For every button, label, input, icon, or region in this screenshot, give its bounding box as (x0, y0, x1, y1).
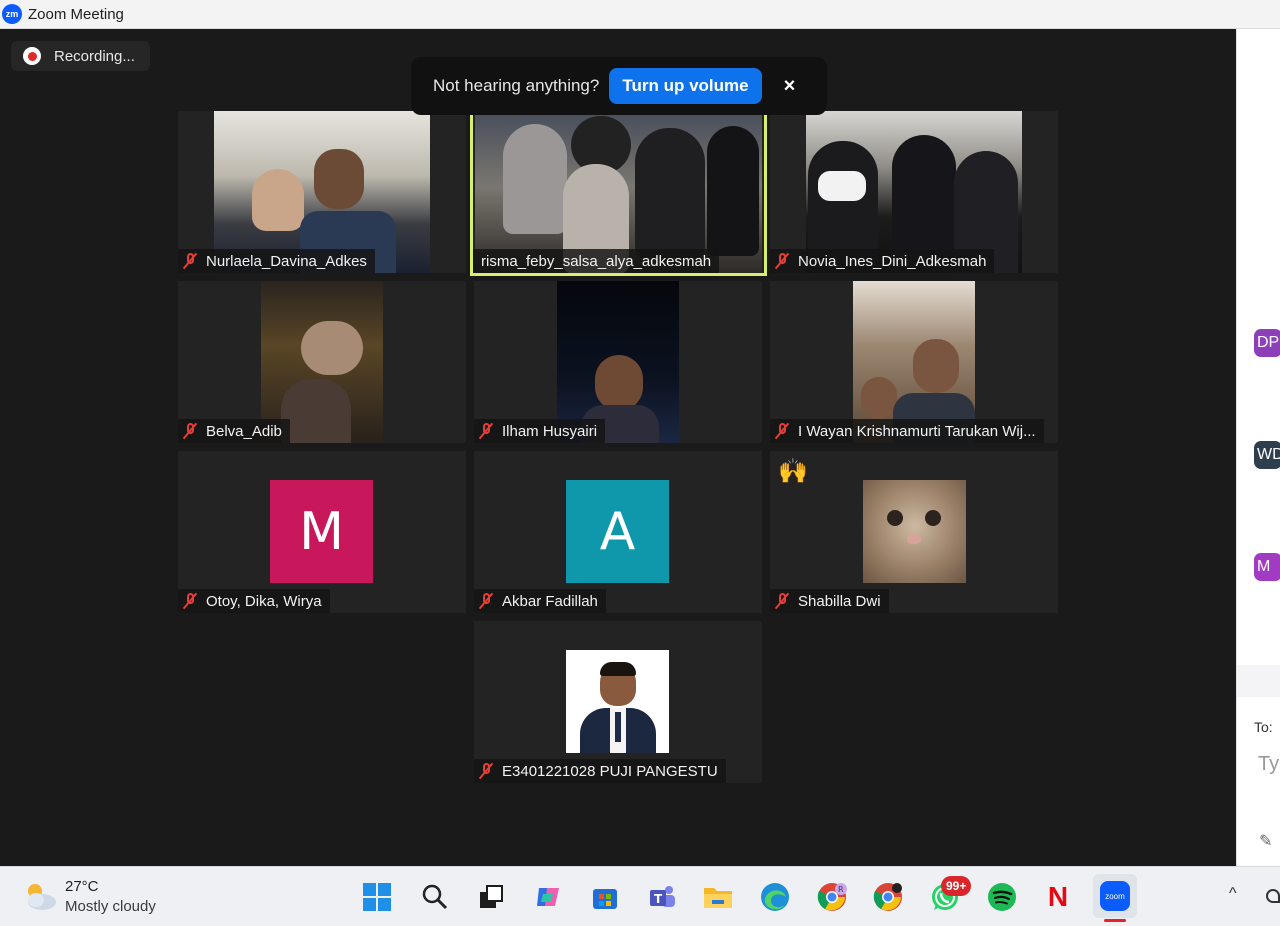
mic-muted-icon (182, 422, 198, 440)
zoom-icon[interactable]: zoom (1093, 874, 1137, 918)
participant-name: Nurlaela_Davina_Adkes (206, 252, 367, 270)
chat-recipient-label[interactable]: To: (1254, 719, 1273, 735)
participant-tile[interactable]: 🙌 Shabilla Dwi (770, 451, 1058, 613)
participant-name: Novia_Ines_Dini_Adkesmah (798, 252, 987, 270)
mic-muted-icon (478, 762, 494, 780)
teams-icon[interactable]: T (645, 880, 679, 914)
participant-name: Belva_Adib (206, 422, 282, 440)
chat-sender-avatar[interactable]: M (1254, 553, 1280, 581)
mic-muted-icon (478, 592, 494, 610)
raised-hands-reaction-icon: 🙌 (778, 458, 808, 485)
participant-name-bar: Nurlaela_Davina_Adkes (178, 249, 375, 273)
participant-name-bar: Belva_Adib (178, 419, 290, 443)
title-bar: zm Zoom Meeting (0, 0, 1280, 29)
copilot-icon[interactable] (531, 880, 565, 914)
chevron-up-icon[interactable]: ^ (1229, 885, 1237, 903)
participant-name-bar: Shabilla Dwi (770, 589, 889, 613)
participant-name-bar: I Wayan Krishnamurti Tarukan Wij... (770, 419, 1044, 443)
weather-temperature[interactable]: 27°C (65, 878, 99, 895)
search-icon[interactable] (418, 880, 452, 914)
chat-sender-avatar[interactable]: DP (1254, 329, 1280, 357)
participant-avatar: A (566, 480, 669, 583)
task-view-icon[interactable] (474, 880, 508, 914)
file-explorer-icon[interactable] (701, 880, 735, 914)
chat-divider (1237, 665, 1280, 697)
chat-message-input[interactable]: Typ (1258, 753, 1280, 776)
whatsapp-unread-badge: 99+ (941, 876, 972, 896)
participant-tile[interactable]: Nurlaela_Davina_Adkes (178, 111, 466, 273)
mic-muted-icon (182, 592, 198, 610)
participant-tile[interactable]: Novia_Ines_Dini_Adkesmah (770, 111, 1058, 273)
mic-muted-icon (774, 422, 790, 440)
record-icon (23, 47, 41, 65)
svg-text:R: R (838, 885, 844, 894)
participant-avatar: M (270, 480, 373, 583)
format-text-icon[interactable]: ✎ (1259, 831, 1272, 851)
mic-muted-icon (774, 252, 790, 270)
recording-indicator[interactable]: Recording... (11, 41, 150, 71)
participant-tile[interactable]: E3401221028 PUJI PANGESTU (474, 621, 762, 783)
windows-taskbar: 27°C Mostly cloudy T R N zoom ^ (0, 866, 1280, 926)
turn-up-volume-button[interactable]: Turn up volume (609, 68, 762, 104)
volume-notification: Not hearing anything? Turn up volume × (411, 57, 827, 115)
close-icon[interactable]: × (784, 75, 796, 98)
participant-name-bar: Novia_Ines_Dini_Adkesmah (770, 249, 995, 273)
participant-name-bar: Ilham Husyairi (474, 419, 606, 443)
participant-name-bar: Akbar Fadillah (474, 589, 606, 613)
tray-icon[interactable] (1266, 889, 1280, 903)
meeting-video-area: Recording... Not hearing anything? Turn … (0, 29, 1236, 866)
participant-tile[interactable]: Ilham Husyairi (474, 281, 762, 443)
chat-sender-avatar[interactable]: WD (1254, 441, 1280, 469)
chrome-profile-icon[interactable]: R (815, 880, 849, 914)
netflix-letter: N (1047, 881, 1069, 912)
participant-name-bar: Otoy, Dika, Wirya (178, 589, 330, 613)
zoom-app-badge: zoom (1100, 881, 1130, 911)
window-title: Zoom Meeting (28, 5, 124, 23)
chrome-icon[interactable] (871, 880, 905, 914)
spotify-icon[interactable] (985, 880, 1019, 914)
cloudy-weather-icon[interactable] (22, 879, 58, 913)
zoom-logo-icon: zm (2, 4, 22, 24)
participant-tile[interactable]: Belva_Adib (178, 281, 466, 443)
participant-name: I Wayan Krishnamurti Tarukan Wij... (798, 422, 1036, 440)
store-icon[interactable] (588, 880, 622, 914)
participant-name: Shabilla Dwi (798, 592, 881, 610)
participant-profile-picture (863, 480, 966, 583)
netflix-icon[interactable]: N (1041, 880, 1075, 914)
participant-tile[interactable]: M Otoy, Dika, Wirya (178, 451, 466, 613)
participant-name: E3401221028 PUJI PANGESTU (502, 762, 718, 780)
participant-name: Akbar Fadillah (502, 592, 598, 610)
participant-profile-picture (566, 650, 669, 753)
participant-tile-active-speaker[interactable]: risma_feby_salsa_alya_adkesmah (470, 111, 767, 276)
participant-name: Ilham Husyairi (502, 422, 598, 440)
mic-muted-icon (182, 252, 198, 270)
mic-muted-icon (774, 592, 790, 610)
volume-notification-text: Not hearing anything? (433, 76, 600, 95)
participant-name-bar: risma_feby_salsa_alya_adkesmah (473, 249, 720, 273)
participant-name: risma_feby_salsa_alya_adkesmah (481, 252, 712, 270)
edge-icon[interactable] (758, 880, 792, 914)
active-app-indicator (1104, 919, 1126, 922)
participant-tile[interactable]: A Akbar Fadillah (474, 451, 762, 613)
chat-panel: DP WD M To: Typ ✎ (1236, 29, 1280, 866)
participant-name: Otoy, Dika, Wirya (206, 592, 322, 610)
weather-description[interactable]: Mostly cloudy (65, 898, 156, 915)
participant-name-bar: E3401221028 PUJI PANGESTU (474, 759, 726, 783)
svg-text:T: T (654, 892, 663, 906)
participant-tile[interactable]: I Wayan Krishnamurti Tarukan Wij... (770, 281, 1058, 443)
start-icon[interactable] (360, 880, 394, 914)
recording-label: Recording... (54, 47, 135, 65)
mic-muted-icon (478, 422, 494, 440)
